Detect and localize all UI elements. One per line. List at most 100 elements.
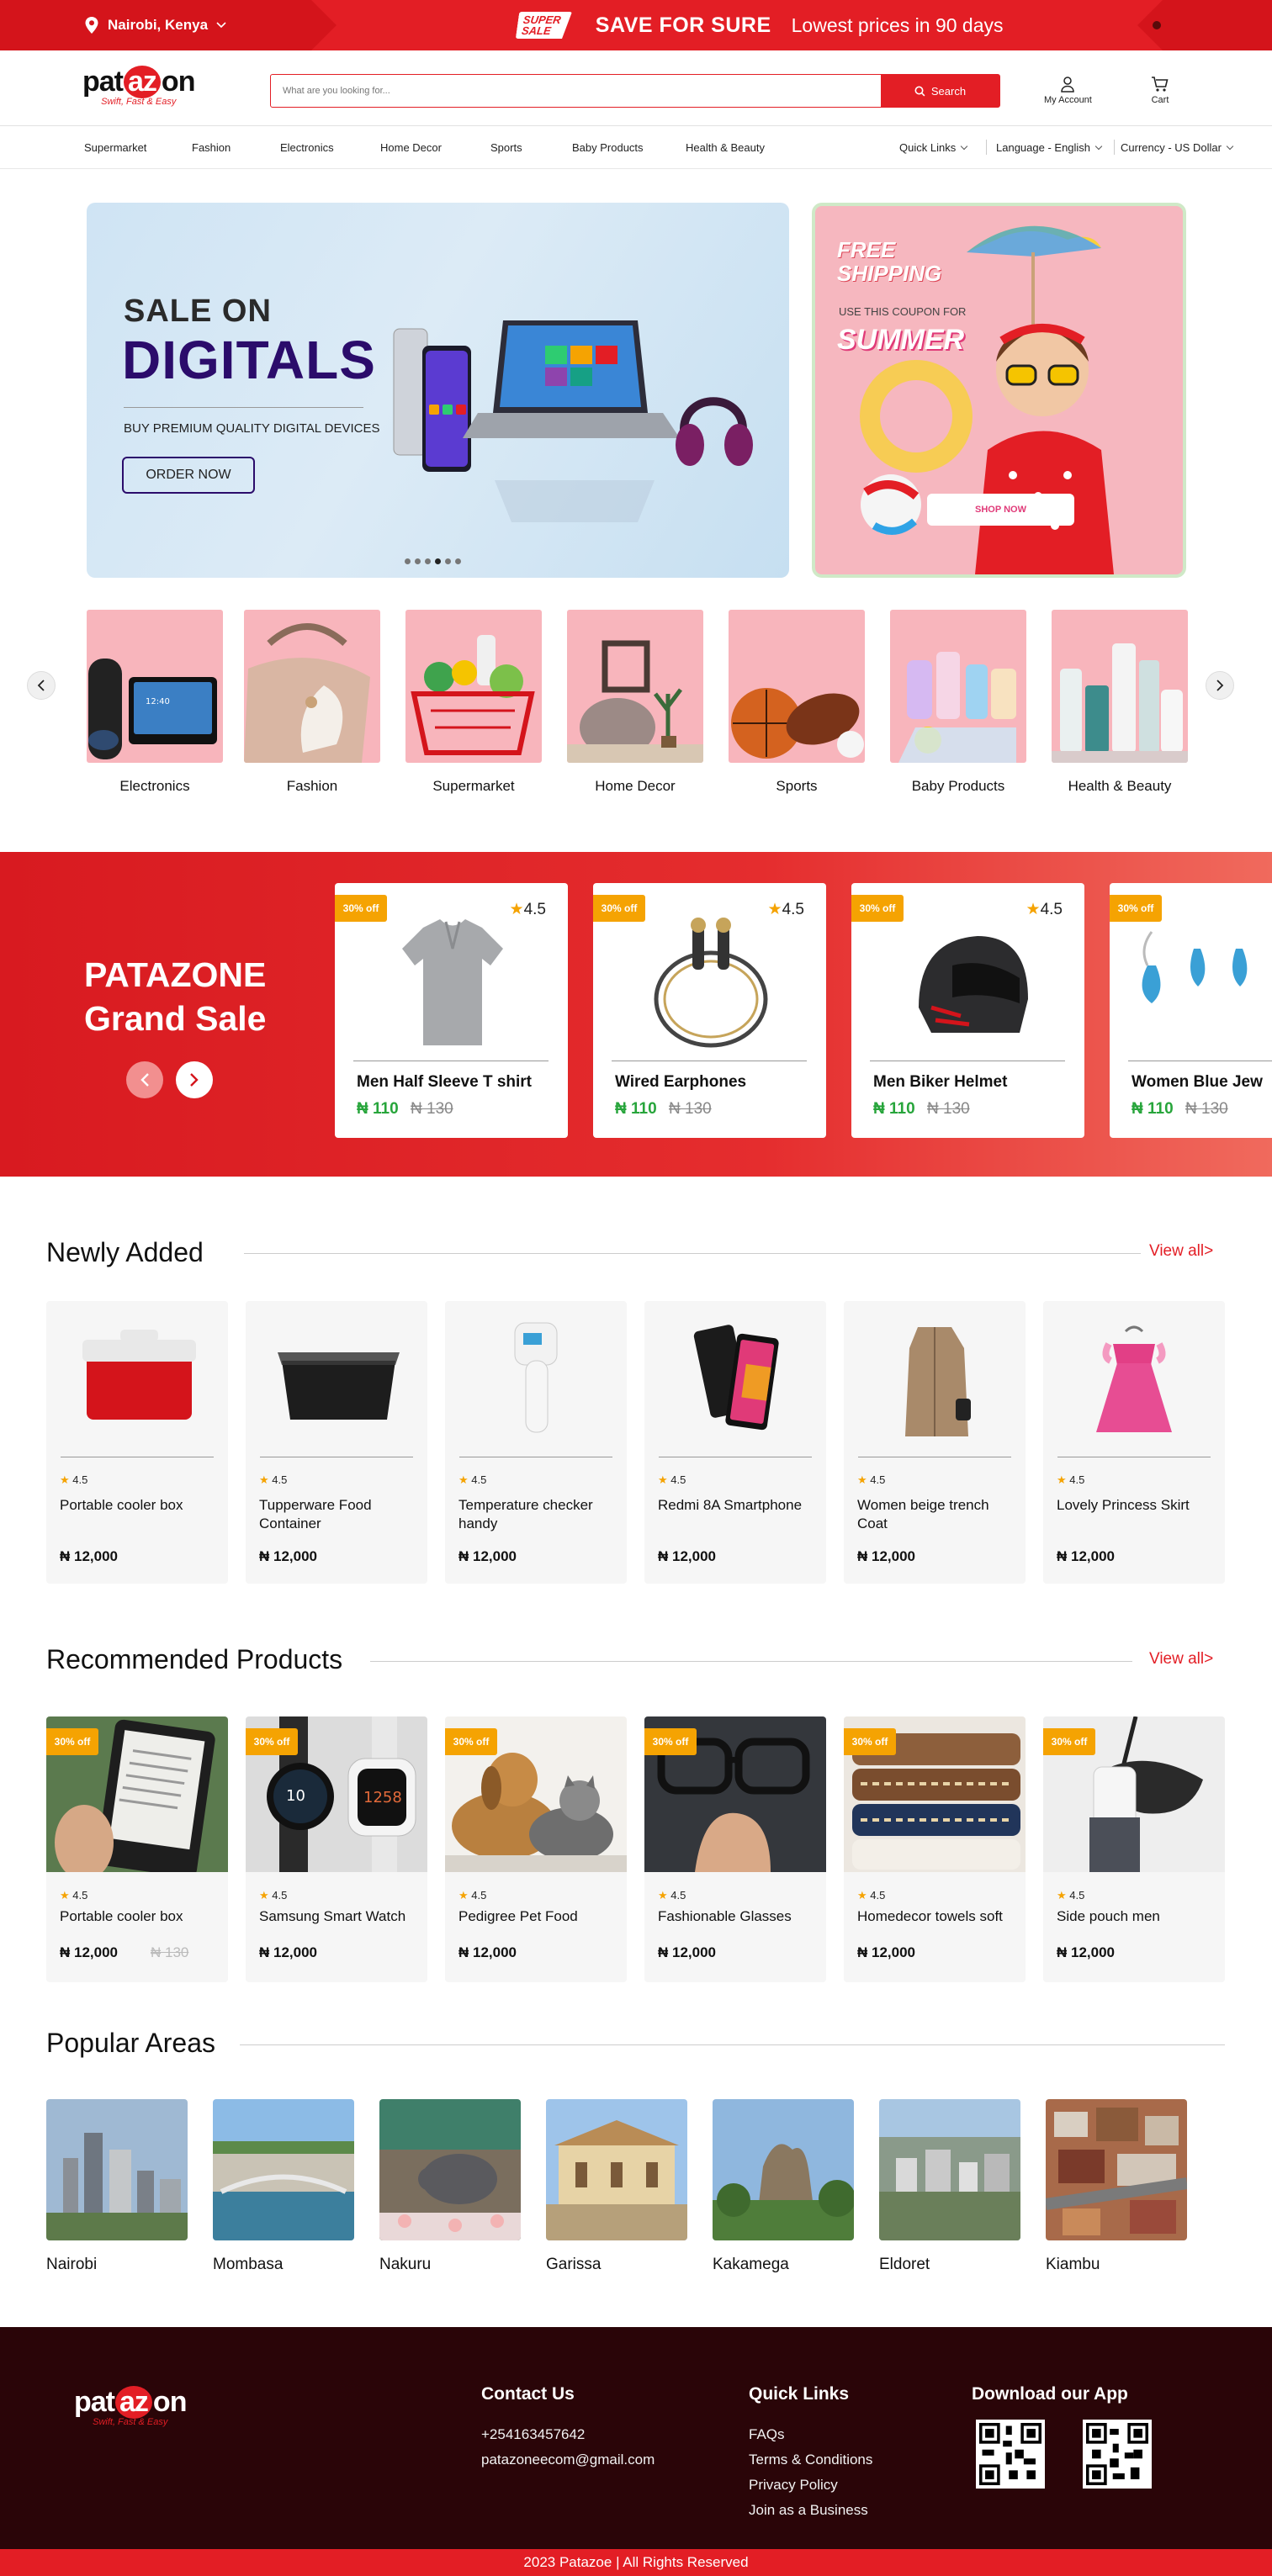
nav-item-fashion[interactable]: Fashion bbox=[192, 141, 231, 154]
order-now-button[interactable]: ORDER NOW bbox=[122, 457, 255, 494]
product-card[interactable]: 30% off ★ 4.5 Pedigree Pet Food ₦ 12,000 bbox=[445, 1716, 627, 1982]
area-card-garissa[interactable]: Garissa bbox=[546, 2099, 687, 2274]
area-card-mombasa[interactable]: Mombasa bbox=[213, 2099, 354, 2274]
area-card-kiambu[interactable]: Kiambu bbox=[1046, 2099, 1187, 2274]
categories-next-button[interactable] bbox=[1206, 671, 1234, 700]
product-card[interactable]: 30% off ★ 4.5 Portable cooler box ₦ 12,0… bbox=[46, 1716, 228, 1982]
site-logo[interactable]: pat az on Swift, Fast & Easy bbox=[82, 66, 195, 107]
category-sports[interactable]: Sports bbox=[729, 610, 865, 795]
product-card[interactable]: 30% off ★ 4.5 Homedecor towels soft ₦ 12… bbox=[844, 1716, 1026, 1982]
category-home-decor[interactable]: Home Decor bbox=[567, 610, 703, 795]
discount-badge: 30% off bbox=[46, 1728, 98, 1755]
product-card[interactable]: ★ 4.5 Tupperware Food Container ₦ 12,000 bbox=[246, 1301, 427, 1584]
search-icon bbox=[914, 86, 925, 96]
product-old-price: ₦ 130 bbox=[927, 1100, 970, 1118]
categories-prev-button[interactable] bbox=[27, 671, 56, 700]
search-button[interactable]: Search bbox=[881, 75, 999, 107]
product-name: Tupperware Food Container bbox=[259, 1497, 372, 1531]
shop-now-button[interactable]: SHOP NOW bbox=[927, 494, 1074, 526]
nav-item-health-beauty[interactable]: Health & Beauty bbox=[686, 141, 765, 154]
logo-tagline: Swift, Fast & Easy bbox=[101, 97, 177, 107]
nav-item-supermarket[interactable]: Supermarket bbox=[84, 141, 146, 154]
contact-phone[interactable]: +254163457642 bbox=[481, 2426, 585, 2443]
area-image bbox=[213, 2099, 354, 2240]
product-card[interactable]: 30% off ★ 4.5 Side pouch men ₦ 12,000 bbox=[1043, 1716, 1225, 1982]
product-card[interactable]: ★ 4.5 Portable cooler box ₦ 12,000 bbox=[46, 1301, 228, 1584]
footer-link-terms[interactable]: Terms & Conditions bbox=[749, 2452, 872, 2468]
category-baby-products[interactable]: Baby Products bbox=[890, 610, 1026, 795]
chevron-left-icon bbox=[37, 680, 45, 691]
sale-product-card[interactable]: 30% off Women Blue Jew ₦ 110 ₦ 130 bbox=[1110, 883, 1272, 1138]
recommended-view-all-link[interactable]: View all> bbox=[1149, 1650, 1213, 1669]
category-label: Fashion bbox=[286, 778, 338, 794]
category-health-beauty[interactable]: Health & Beauty bbox=[1052, 610, 1188, 795]
area-card-eldoret[interactable]: Eldoret bbox=[879, 2099, 1020, 2274]
area-label: Nairobi bbox=[46, 2256, 98, 2273]
carousel-dot-active[interactable] bbox=[435, 558, 441, 564]
category-label: Electronics bbox=[119, 778, 190, 794]
newly-added-view-all-link[interactable]: View all> bbox=[1149, 1242, 1213, 1261]
hero-carousel-dots bbox=[405, 558, 461, 564]
qr-code-icon[interactable] bbox=[976, 2420, 1045, 2489]
site-footer: pat az on Swift, Fast & Easy Contact Us +2… bbox=[0, 2327, 1272, 2549]
carousel-dot[interactable] bbox=[415, 558, 421, 564]
footer-link-join-business[interactable]: Join as a Business bbox=[749, 2502, 868, 2519]
grand-sale-next-button[interactable] bbox=[176, 1061, 213, 1098]
sale-product-card[interactable]: 30% off ★4.5 Wired Earphones ₦ 110 ₦ 130 bbox=[593, 883, 826, 1138]
product-price: ₦ 110 bbox=[873, 1100, 915, 1118]
category-fashion[interactable]: Fashion bbox=[244, 610, 380, 795]
nav-item-sports[interactable]: Sports bbox=[490, 141, 522, 154]
sale-product-card[interactable]: 30% off ★4.5 Men Half Sleeve T shirt ₦ 1… bbox=[335, 883, 568, 1138]
star-icon: ★ bbox=[1057, 1889, 1067, 1902]
cart-button[interactable]: Cart bbox=[1151, 76, 1169, 105]
carousel-dot[interactable] bbox=[405, 558, 411, 564]
product-card[interactable]: 10 1258 30% off ★ 4.5 Samsung Smart Watch… bbox=[246, 1716, 427, 1982]
area-image bbox=[1046, 2099, 1187, 2240]
discount-badge: 30% off bbox=[1043, 1728, 1095, 1755]
nav-item-baby-products[interactable]: Baby Products bbox=[572, 141, 644, 154]
product-name: Fashionable Glasses bbox=[658, 1908, 792, 1924]
product-card[interactable]: ★ 4.5 Lovely Princess Skirt ₦ 12,000 bbox=[1043, 1301, 1225, 1584]
location-selector[interactable]: Nairobi, Kenya bbox=[0, 0, 337, 50]
hero-banner[interactable]: SALE ON DIGITALS BUY PREMIUM QUALITY DIG… bbox=[87, 203, 789, 578]
product-price: ₦ 110 bbox=[357, 1100, 399, 1118]
nav-item-home-decor[interactable]: Home Decor bbox=[380, 141, 442, 154]
product-price: ₦ 12,000 bbox=[658, 1548, 716, 1564]
earphones-image bbox=[654, 918, 768, 1048]
carousel-dot[interactable] bbox=[445, 558, 451, 564]
helmet-image bbox=[919, 936, 1028, 1033]
grand-sale-prev-button[interactable] bbox=[126, 1061, 163, 1098]
contact-email[interactable]: patazoneecom@gmail.com bbox=[481, 2452, 655, 2468]
category-electronics[interactable]: 12:40 Electronics bbox=[87, 610, 223, 795]
chevron-right-icon bbox=[1216, 680, 1224, 691]
product-card[interactable]: ★ 4.5 Redmi 8A Smartphone ₦ 12,000 bbox=[644, 1301, 826, 1584]
quick-links-dropdown[interactable]: Quick Links bbox=[899, 141, 967, 154]
my-account-button[interactable]: My Account bbox=[1044, 76, 1092, 105]
footer-link-faqs[interactable]: FAQs bbox=[749, 2426, 785, 2443]
product-price: ₦ 12,000 bbox=[1057, 1944, 1115, 1960]
qr-code-icon[interactable] bbox=[1083, 2420, 1152, 2489]
carousel-dot[interactable] bbox=[425, 558, 431, 564]
nav-divider bbox=[986, 140, 987, 155]
area-card-kakamega[interactable]: Kakamega bbox=[713, 2099, 854, 2274]
search-input[interactable] bbox=[271, 75, 881, 107]
product-card[interactable]: 30% off ★ 4.5 Fashionable Glasses ₦ 12,0… bbox=[644, 1716, 826, 1982]
footer-logo[interactable]: pat az on Swift, Fast & Easy bbox=[74, 2386, 187, 2427]
product-card[interactable]: ★ 4.5 Women beige trench Coat ₦ 12,000 bbox=[844, 1301, 1026, 1584]
free-shipping-banner[interactable]: FREE SHIPPING USE THIS COUPON FOR SUMMER … bbox=[812, 203, 1186, 578]
carousel-dot[interactable] bbox=[455, 558, 461, 564]
area-image bbox=[546, 2099, 687, 2240]
area-card-nakuru[interactable]: Nakuru bbox=[379, 2099, 521, 2274]
language-dropdown[interactable]: Language - English bbox=[996, 141, 1101, 154]
promo-banner[interactable]: SUPER SALE SAVE FOR SURE Lowest prices in… bbox=[517, 8, 1004, 42]
area-card-nairobi[interactable]: Nairobi bbox=[46, 2099, 188, 2274]
sale-product-card[interactable]: 30% off ★4.5 Men Biker Helmet ₦ 110 ₦ 13… bbox=[851, 883, 1084, 1138]
grand-sale-section: PATAZONE Grand Sale 30% off ★4.5 Men Half… bbox=[0, 852, 1272, 1177]
currency-dropdown[interactable]: Currency - US Dollar bbox=[1121, 141, 1232, 154]
footer-link-privacy[interactable]: Privacy Policy bbox=[749, 2477, 838, 2494]
earrings-image bbox=[1142, 931, 1248, 1003]
product-price: ₦ 12,000 bbox=[857, 1548, 915, 1564]
category-supermarket[interactable]: Supermarket bbox=[405, 610, 542, 795]
nav-item-electronics[interactable]: Electronics bbox=[280, 141, 334, 154]
product-card[interactable]: ★ 4.5 Temperature checker handy ₦ 12,000 bbox=[445, 1301, 627, 1584]
